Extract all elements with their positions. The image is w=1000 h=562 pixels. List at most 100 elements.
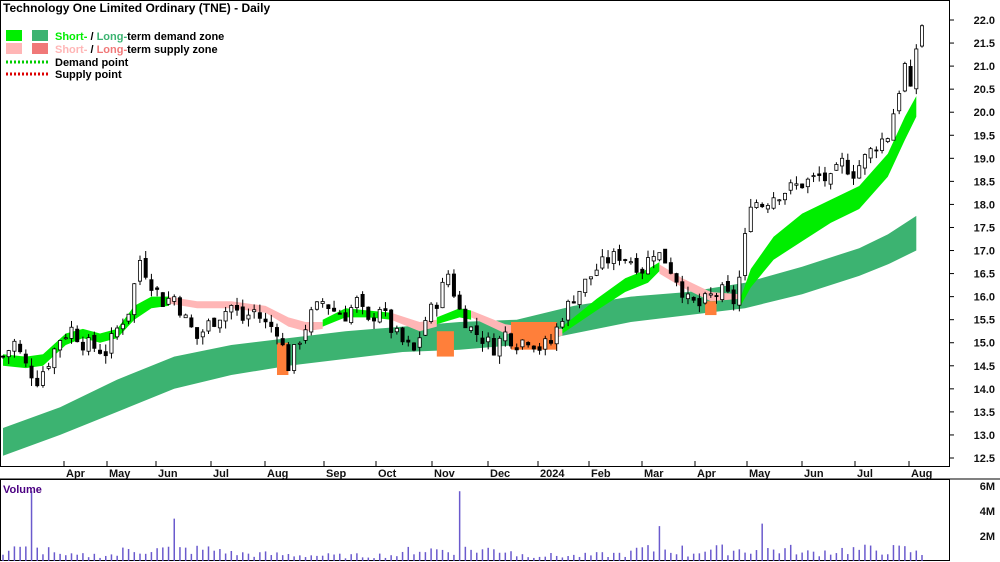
- price-tick-label: 13.5: [974, 407, 995, 419]
- legend-supply-sep: /: [87, 44, 96, 56]
- candle-body: [703, 293, 708, 304]
- time-tick-label: Feb: [591, 468, 611, 480]
- candle-body: [594, 269, 599, 276]
- candle-body: [46, 366, 51, 369]
- candle-body: [69, 326, 74, 339]
- candle-body: [902, 63, 907, 92]
- candle-body: [822, 172, 827, 182]
- candle-body: [491, 338, 496, 356]
- candle: [703, 291, 708, 305]
- candle-body: [691, 296, 696, 301]
- candle-body: [657, 252, 662, 261]
- candle-body: [40, 371, 45, 386]
- candle: [411, 342, 416, 352]
- candle-body: [874, 149, 879, 152]
- candle-body: [697, 298, 702, 307]
- candle-body: [720, 284, 725, 300]
- time-tick-label: Mar: [644, 468, 664, 480]
- candle-body: [389, 309, 394, 333]
- candle-body: [668, 262, 673, 274]
- time-tick-label: Dec: [490, 468, 510, 480]
- volume-tick-label: 2M: [980, 531, 995, 543]
- time-tick-label: Apr: [66, 468, 86, 480]
- candle-body: [303, 329, 308, 341]
- candle-body: [155, 287, 160, 290]
- candle-body: [817, 173, 822, 176]
- candle: [314, 301, 319, 311]
- candle-body: [366, 306, 371, 320]
- legend-demand-sep: /: [87, 31, 96, 43]
- candle-body: [23, 353, 28, 364]
- legend-demand-short-text: Short-: [55, 31, 88, 43]
- candle-body: [35, 377, 40, 387]
- candle-body: [760, 203, 765, 208]
- price-tick-label: 21.5: [974, 38, 995, 50]
- candle-body: [309, 309, 314, 333]
- candle-body: [286, 344, 291, 372]
- legend-long-demand-swatch: [32, 30, 48, 41]
- candle-body: [326, 304, 331, 309]
- candle-body: [394, 327, 399, 333]
- candle-body: [126, 313, 131, 322]
- candle-body: [828, 173, 833, 185]
- candle-body: [531, 345, 536, 350]
- candle-body: [257, 312, 262, 319]
- candle: [429, 302, 434, 324]
- price-tick-label: 14.5: [974, 361, 995, 373]
- candle: [720, 282, 725, 303]
- candle-body: [103, 351, 108, 357]
- candle: [914, 44, 919, 95]
- candle-body: [509, 333, 514, 347]
- candle-body: [771, 197, 776, 209]
- price-tick-label: 16.0: [974, 292, 995, 304]
- candle-body: [908, 66, 913, 87]
- candle-body: [372, 317, 377, 322]
- candle-body: [571, 301, 576, 304]
- candle-body: [805, 178, 810, 188]
- price-tick-label: 13.0: [974, 430, 995, 442]
- candle-body: [862, 154, 867, 169]
- candle-body: [628, 261, 633, 264]
- candle-body: [177, 297, 182, 316]
- volume-tick-label: 4M: [980, 506, 995, 518]
- candle-body: [195, 327, 200, 339]
- candle-body: [783, 192, 788, 201]
- price-tick-label: 15.5: [974, 315, 995, 327]
- candle-body: [377, 309, 382, 323]
- price-tick-label: 16.5: [974, 269, 995, 281]
- candle-body: [109, 333, 114, 354]
- candle-body: [560, 321, 565, 328]
- candle: [286, 341, 291, 372]
- candle-body: [58, 340, 63, 351]
- candle: [743, 227, 748, 281]
- time-tick-label: Jul: [213, 468, 229, 480]
- candle-body: [583, 278, 588, 294]
- candle-body: [685, 293, 690, 300]
- candle-body: [469, 326, 474, 331]
- volume-axis: 6M 4M 2M: [980, 481, 995, 543]
- candle-body: [520, 339, 525, 348]
- candle-body: [86, 337, 91, 352]
- candle-body: [349, 307, 354, 324]
- candle-body: [851, 171, 856, 179]
- candle-body: [765, 205, 770, 210]
- candle-body: [868, 148, 873, 159]
- candle-body: [406, 339, 411, 343]
- candle-body: [885, 138, 890, 143]
- candle-body: [617, 249, 622, 261]
- candle-body: [223, 311, 228, 322]
- candle: [292, 344, 297, 374]
- candle-body: [337, 312, 342, 315]
- candle-body: [845, 159, 850, 175]
- candle-body: [537, 346, 542, 351]
- price-tick-label: 20.0: [974, 107, 995, 119]
- price-tick-label: 21.0: [974, 61, 995, 73]
- volume-label: Volume: [3, 484, 42, 496]
- candle-body: [132, 283, 137, 316]
- legend-supply-rest-text: term supply zone: [127, 44, 217, 56]
- candle-body: [332, 307, 337, 312]
- legend-demand-long-text: Long-: [97, 31, 128, 43]
- candle-body: [463, 308, 468, 329]
- candle-body: [12, 340, 17, 352]
- price-tick-label: 17.5: [974, 222, 995, 234]
